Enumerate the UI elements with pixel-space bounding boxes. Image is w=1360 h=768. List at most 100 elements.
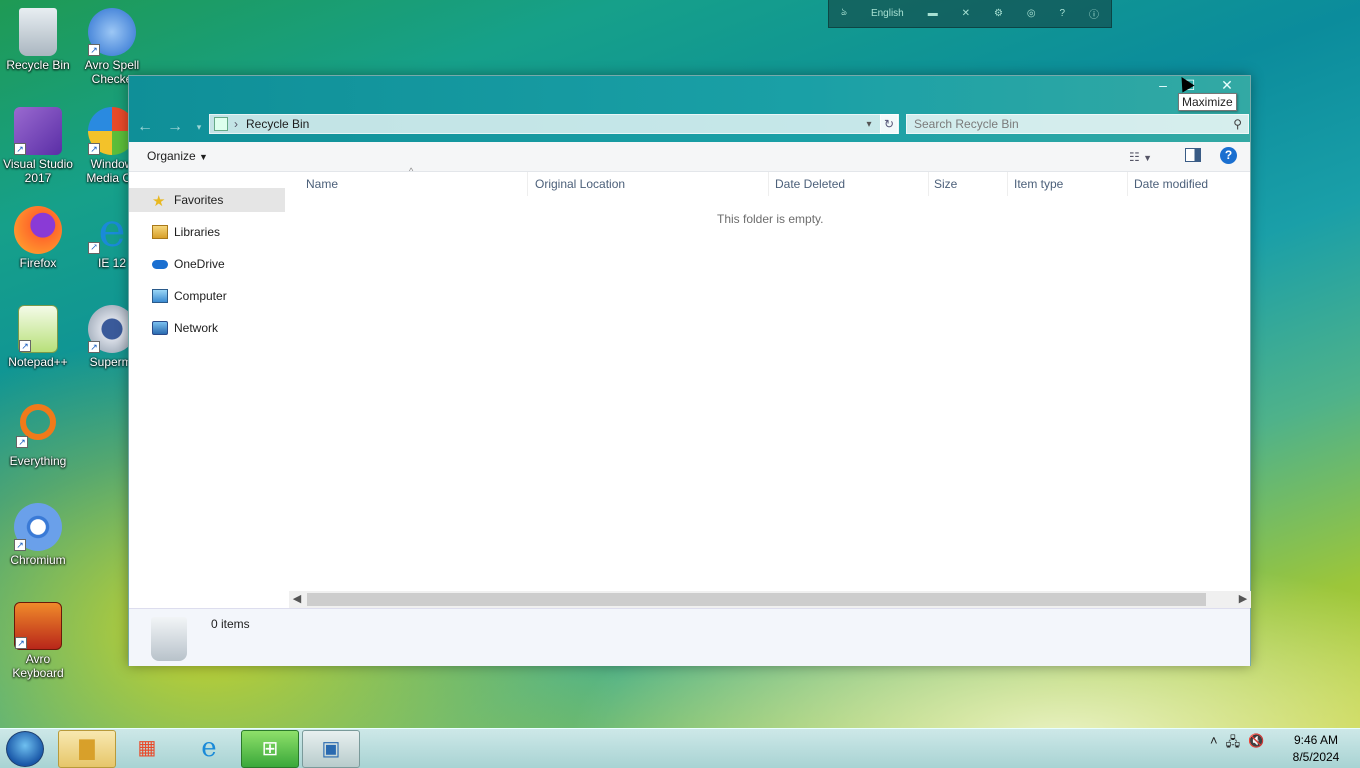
nav-item-favorites[interactable]: ★ Favorites [129, 188, 285, 212]
address-dropdown-icon[interactable]: ▾ [860, 119, 878, 130]
address-bar[interactable]: › Recycle Bin ▾ [209, 114, 899, 134]
show-hidden-icons-icon[interactable]: ˄ [1210, 733, 1218, 755]
web-icon[interactable]: ◎ [1027, 8, 1036, 19]
notepad-plus-plus-icon: ↗ [18, 305, 58, 353]
visual-studio-icon: ↗ [14, 107, 62, 155]
info-icon[interactable]: ⓘ [1089, 6, 1099, 21]
column-header-date-modified[interactable]: Date modified [1128, 172, 1250, 196]
help-icon[interactable]: ? [1220, 147, 1237, 164]
shortcut-arrow-icon: ↗ [16, 436, 28, 448]
spell-check-icon: ↗ [88, 8, 136, 56]
breadcrumb[interactable]: Recycle Bin [246, 117, 309, 131]
language-label[interactable]: English [871, 8, 904, 19]
search-input[interactable]: Search Recycle Bin ⚲ [906, 114, 1249, 134]
change-view-button[interactable]: ☷ ▼ [1129, 147, 1169, 167]
recycle-bin-small-icon [214, 117, 228, 131]
language-bar: ঌ English ▬ ✕ ⚙ ◎ ? ⓘ [828, 0, 1112, 28]
explorer-window: – ☐ ✕ ← → ▾ › Recycle Bin ▾ ↻ Search Rec… [128, 75, 1251, 666]
back-arrow-icon[interactable]: ← [133, 116, 157, 138]
details-pane: 0 items [129, 608, 1250, 666]
tools-icon[interactable]: ✕ [962, 8, 970, 19]
shortcut-arrow-icon: ↗ [88, 242, 100, 254]
horizontal-scrollbar[interactable]: ◀ ▶ [289, 591, 1251, 608]
organize-label: Organize [147, 149, 196, 163]
shortcut-arrow-icon: ↗ [88, 143, 100, 155]
recent-locations-chevron-icon[interactable]: ▾ [187, 116, 211, 138]
recycle-bin-icon [19, 8, 57, 56]
start-button[interactable] [6, 731, 44, 767]
breadcrumb-separator-icon[interactable]: › [234, 117, 238, 131]
firefox-icon [14, 206, 62, 254]
star-icon: ★ [152, 193, 166, 210]
computer-icon [152, 289, 168, 303]
avro-keyboard-icon: ↗ [14, 602, 62, 650]
scroll-right-icon[interactable]: ▶ [1235, 591, 1251, 608]
keyboard-icon[interactable]: ▬ [928, 8, 938, 19]
store-taskbar-button[interactable]: ▦ [118, 730, 176, 768]
maximize-tooltip: Maximize [1178, 93, 1237, 111]
file-explorer-taskbar-button[interactable]: ▇ [58, 730, 116, 768]
organize-button[interactable]: Organize ▼ [147, 149, 208, 163]
recycle-bin-large-icon [151, 617, 187, 661]
windows-flag-icon: ⊞ [261, 738, 279, 760]
nav-item-network[interactable]: Network [129, 316, 285, 340]
navigation-bar: ← → ▾ › Recycle Bin ▾ ↻ Search Recycle B… [129, 112, 1250, 142]
refresh-icon[interactable]: ↻ [880, 114, 898, 134]
desktop-icon-recycle-bin[interactable]: Recycle Bin [0, 8, 76, 72]
clock-time: 9:46 AM [1293, 733, 1339, 747]
navigation-pane: ★ Favorites Libraries OneDrive Computer … [129, 172, 285, 592]
shortcut-arrow-icon: ↗ [88, 44, 100, 56]
nav-item-label: Favorites [174, 193, 224, 207]
search-placeholder: Search Recycle Bin [914, 117, 1019, 131]
chromium-icon: ↗ [14, 503, 62, 551]
desktop-icon-label: Chromium [10, 553, 66, 567]
shortcut-arrow-icon: ↗ [14, 143, 26, 155]
settings-icon[interactable]: ⚙ [994, 8, 1003, 19]
nav-item-libraries[interactable]: Libraries [129, 220, 285, 244]
cloud-icon [152, 260, 168, 269]
nav-item-onedrive[interactable]: OneDrive [129, 252, 285, 276]
nav-item-label: Libraries [174, 225, 221, 239]
search-icon[interactable]: ⚲ [1233, 115, 1242, 133]
scroll-left-icon[interactable]: ◀ [289, 591, 305, 608]
shortcut-arrow-icon: ↗ [19, 340, 31, 352]
column-header-original-location[interactable]: Original Location [529, 172, 769, 196]
desktop-icon-chromium[interactable]: ↗ Chromium [0, 503, 76, 567]
shortcut-arrow-icon: ↗ [14, 539, 26, 551]
windows-store-icon: ▦ [137, 737, 157, 759]
avro-icon[interactable]: ঌ [841, 5, 847, 22]
ie-taskbar-button[interactable]: e [180, 730, 238, 768]
item-count: 0 items [211, 617, 250, 631]
desktop-icon-firefox[interactable]: Firefox [0, 206, 76, 270]
column-header-date-deleted[interactable]: Date Deleted [769, 172, 929, 196]
internet-explorer-icon: e [201, 733, 217, 763]
column-header-item-type[interactable]: Item type [1008, 172, 1128, 196]
scrollbar-thumb[interactable] [307, 593, 1206, 606]
nav-item-label: Network [174, 321, 219, 335]
chevron-down-icon: ▼ [1143, 153, 1153, 163]
shortcut-arrow-icon: ↗ [88, 341, 100, 353]
desktop-icon-label: Recycle Bin [6, 58, 70, 72]
title-bar[interactable]: – ☐ ✕ [129, 76, 1250, 112]
libraries-icon [152, 225, 168, 239]
desktop-icon-label: Everything [9, 454, 67, 468]
volume-muted-icon[interactable]: 🔇 [1248, 733, 1264, 755]
desktop-icon-visual-studio[interactable]: ↗ Visual Studio 2017 [0, 107, 76, 185]
clock[interactable]: 9:46 AM 8/5/2024 [1280, 732, 1352, 766]
help-icon[interactable]: ? [1060, 8, 1066, 19]
desktop-icon-label: Avro Keyboard [12, 652, 64, 680]
system-tray: ˄ 🖧 🔇 [1210, 733, 1264, 755]
desktop-icon-everything[interactable]: ↗ Everything [0, 404, 76, 468]
windows-flag-taskbar-button[interactable]: ⊞ [241, 730, 299, 768]
network-icon[interactable]: 🖧 [1226, 733, 1241, 755]
forward-arrow-icon[interactable]: → [163, 116, 187, 138]
remote-desktop-taskbar-button[interactable]: ▣ [302, 730, 360, 768]
column-header-name[interactable]: Name [300, 172, 528, 196]
everything-search-icon: ↗ [16, 404, 56, 448]
preview-pane-icon[interactable] [1185, 148, 1201, 162]
desktop-icon-avro-keyboard[interactable]: ↗ Avro Keyboard [0, 602, 76, 680]
nav-item-label: Computer [174, 289, 227, 303]
column-header-size[interactable]: Size [928, 172, 1008, 196]
desktop-icon-notepadpp[interactable]: ↗ Notepad++ [0, 305, 76, 369]
nav-item-computer[interactable]: Computer [129, 284, 285, 308]
